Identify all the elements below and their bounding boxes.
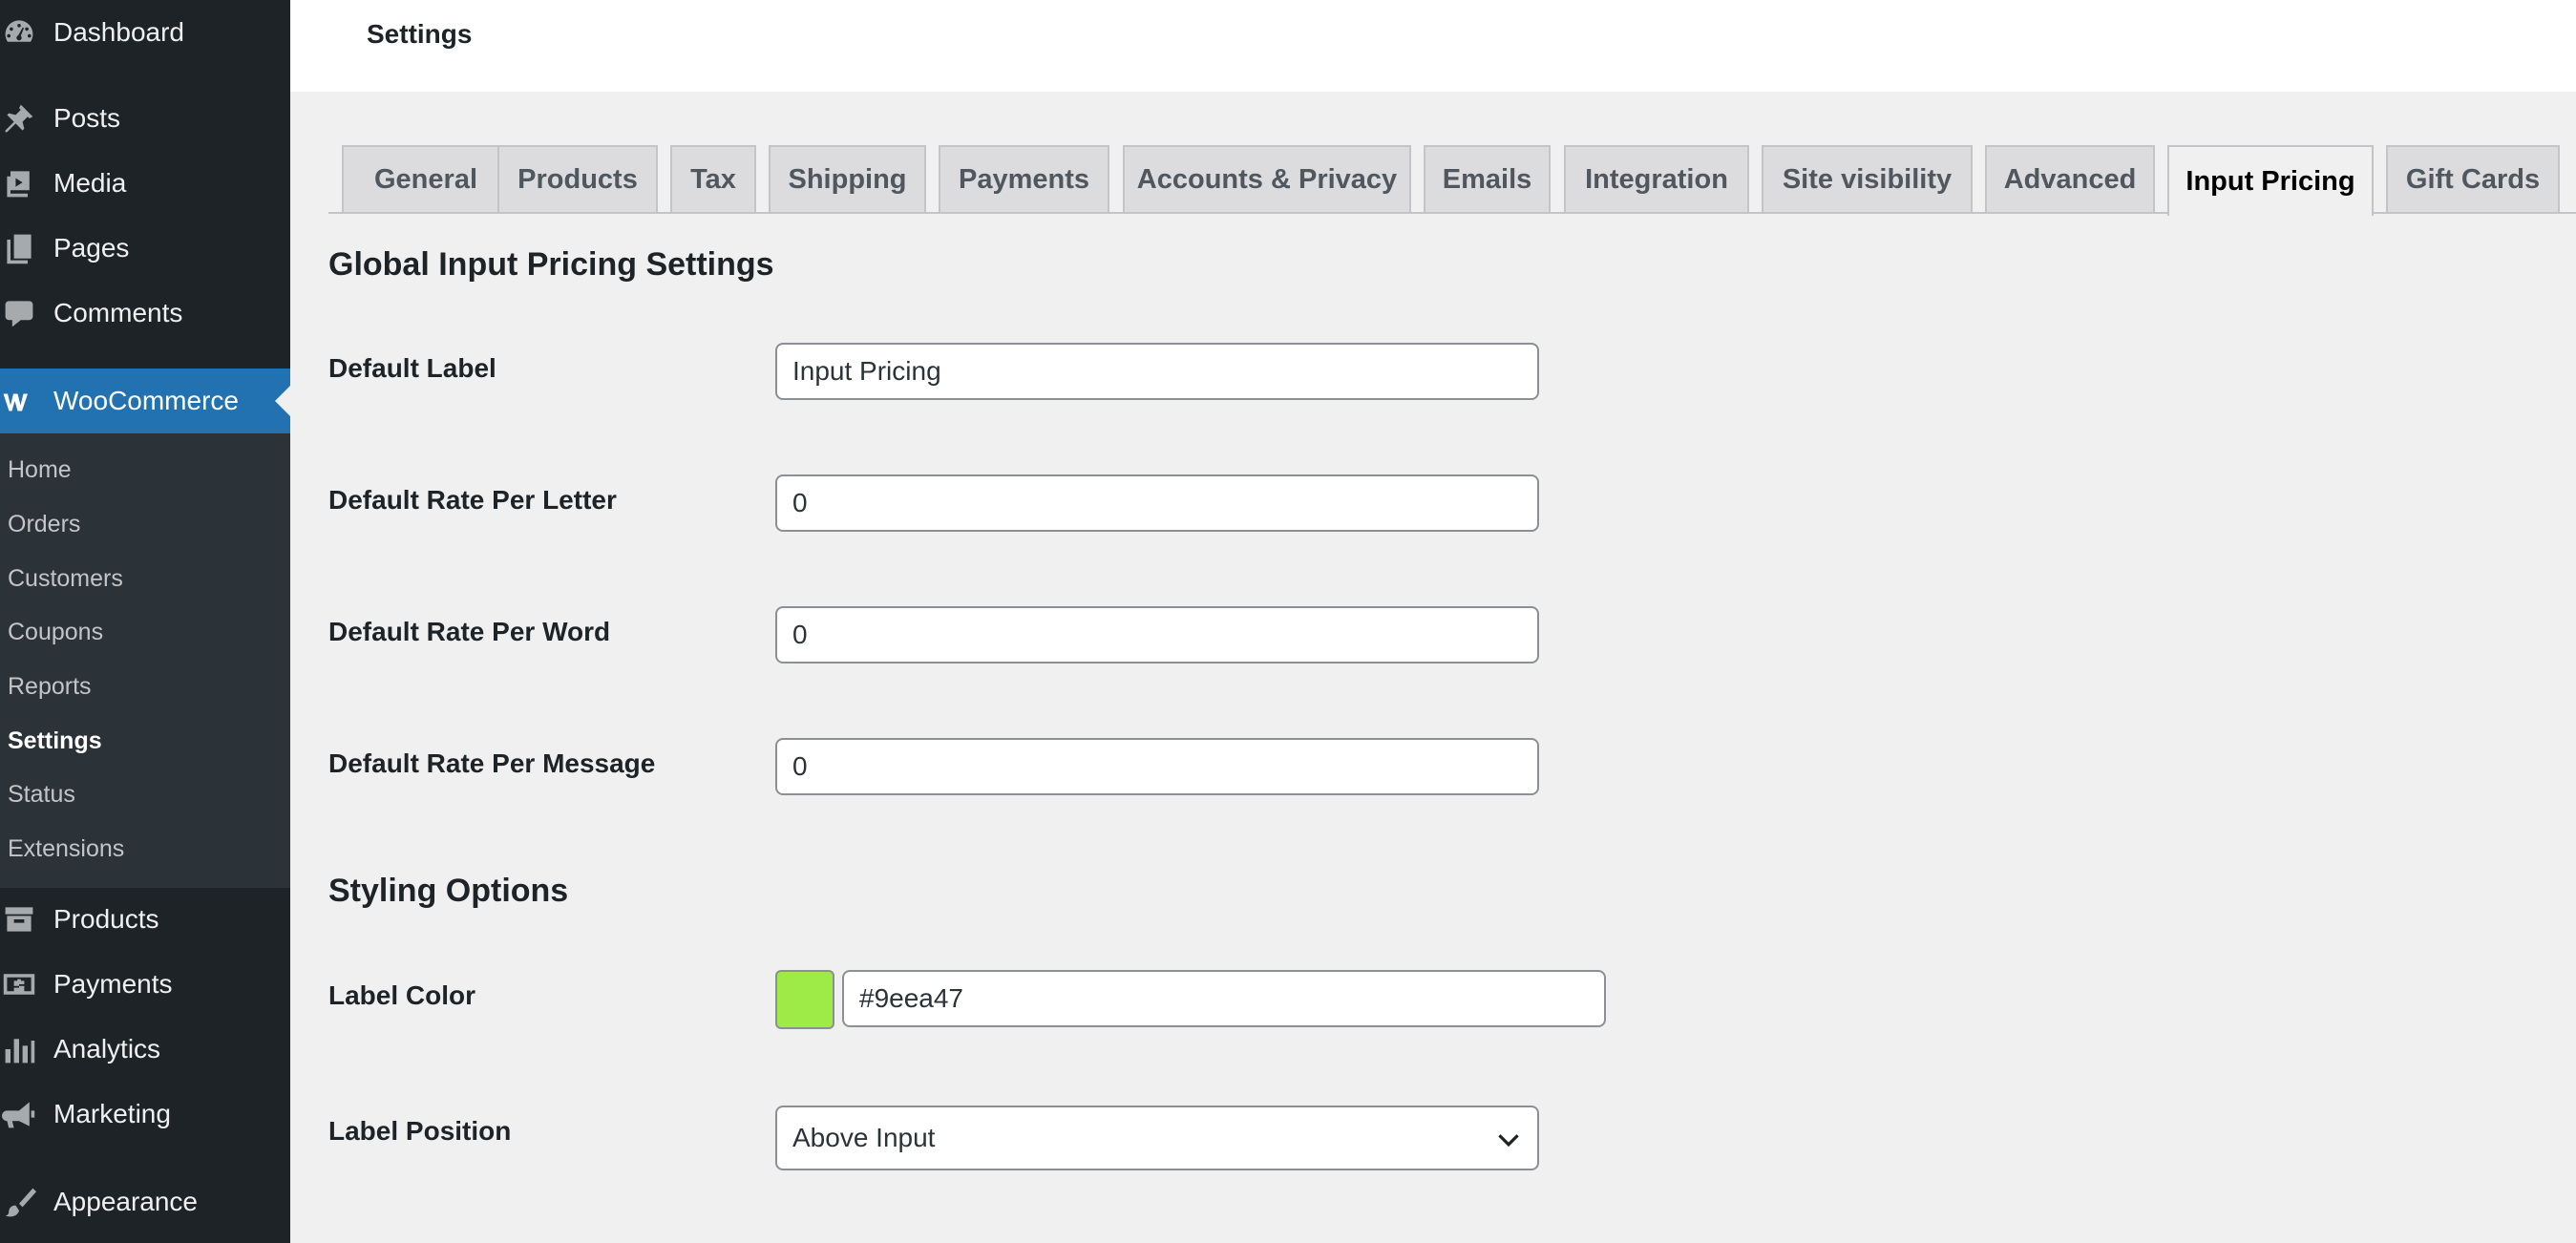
tab-input-pricing[interactable]: Input Pricing bbox=[2167, 145, 2374, 216]
woo-icon bbox=[0, 382, 38, 420]
default-label-label: Default Label bbox=[328, 353, 496, 383]
submenu-item-settings[interactable]: Settings bbox=[8, 727, 102, 755]
chart-bars-icon bbox=[0, 1030, 38, 1068]
page-title: Settings bbox=[367, 19, 473, 49]
tab-payments[interactable]: Payments bbox=[939, 145, 1109, 212]
megaphone-icon bbox=[0, 1095, 38, 1133]
menu-item-appearance[interactable]: Appearance bbox=[0, 1169, 290, 1234]
rate-per-letter-label: Default Rate Per Letter bbox=[328, 485, 617, 515]
tab-shipping[interactable]: Shipping bbox=[769, 145, 926, 212]
default-label-input[interactable] bbox=[775, 343, 1539, 400]
menu-label-pages: Pages bbox=[53, 233, 130, 263]
submenu-item-orders[interactable]: Orders bbox=[8, 511, 80, 538]
submenu-item-home[interactable]: Home bbox=[8, 456, 72, 484]
media-icon bbox=[0, 164, 38, 202]
chevron-down-icon bbox=[1493, 1125, 1524, 1155]
submenu-item-extensions[interactable]: Extensions bbox=[8, 835, 124, 863]
active-menu-arrow bbox=[275, 386, 290, 416]
label-color-swatch[interactable] bbox=[775, 970, 834, 1029]
settings-tabs: General Products Tax Shipping Payments A… bbox=[290, 143, 2576, 216]
menu-item-payments[interactable]: Payments bbox=[0, 952, 290, 1017]
menu-item-posts[interactable]: Posts bbox=[0, 86, 290, 151]
brush-icon bbox=[0, 1183, 38, 1221]
menu-label-marketing: Marketing bbox=[53, 1099, 171, 1128]
tab-general[interactable]: General bbox=[342, 145, 510, 212]
menu-item-media[interactable]: Media bbox=[0, 151, 290, 216]
menu-item-analytics[interactable]: Analytics bbox=[0, 1017, 290, 1082]
menu-label-payments: Payments bbox=[53, 969, 173, 999]
menu-item-products[interactable]: Products bbox=[0, 887, 290, 952]
submenu-item-status[interactable]: Status bbox=[8, 781, 75, 809]
menu-label-appearance: Appearance bbox=[53, 1187, 199, 1216]
rate-per-word-input[interactable] bbox=[775, 606, 1539, 664]
tab-tax[interactable]: Tax bbox=[670, 145, 756, 212]
rate-per-letter-input[interactable] bbox=[775, 474, 1539, 532]
admin-sidebar: Dashboard Posts Media Pages Comments Woo… bbox=[0, 0, 290, 1243]
tab-integration[interactable]: Integration bbox=[1564, 145, 1749, 212]
rate-per-message-input[interactable] bbox=[775, 738, 1539, 795]
menu-label-comments: Comments bbox=[53, 298, 183, 327]
menu-label-posts: Posts bbox=[53, 103, 121, 133]
payments-icon bbox=[0, 965, 38, 1003]
rate-per-word-label: Default Rate Per Word bbox=[328, 617, 611, 646]
woocommerce-submenu: Home Orders Customers Coupons Reports Se… bbox=[0, 433, 290, 888]
submenu-item-customers[interactable]: Customers bbox=[8, 565, 123, 593]
label-position-select[interactable]: Above Input bbox=[775, 1106, 1539, 1170]
archive-icon bbox=[0, 900, 38, 938]
tab-accounts-privacy[interactable]: Accounts & Privacy bbox=[1123, 145, 1411, 212]
menu-item-woocommerce[interactable]: WooCommerce bbox=[0, 369, 290, 433]
label-position-label: Label Position bbox=[328, 1116, 512, 1146]
tab-emails[interactable]: Emails bbox=[1424, 145, 1551, 212]
submenu-item-reports[interactable]: Reports bbox=[8, 673, 92, 701]
menu-item-comments[interactable]: Comments bbox=[0, 281, 290, 346]
label-position-value: Above Input bbox=[792, 1123, 936, 1152]
global-settings-heading: Global Input Pricing Settings bbox=[328, 246, 774, 283]
tab-site-visibility[interactable]: Site visibility bbox=[1762, 145, 1973, 212]
label-color-input[interactable] bbox=[842, 970, 1606, 1027]
menu-label-woocommerce: WooCommerce bbox=[53, 386, 239, 415]
submenu-item-coupons[interactable]: Coupons bbox=[8, 619, 103, 646]
menu-item-dashboard[interactable]: Dashboard bbox=[0, 0, 290, 65]
label-color-label: Label Color bbox=[328, 980, 476, 1010]
pin-icon bbox=[0, 99, 38, 137]
comment-icon bbox=[0, 294, 38, 332]
pages-icon bbox=[0, 229, 38, 267]
page-header: Settings bbox=[290, 0, 2576, 92]
menu-item-marketing[interactable]: Marketing bbox=[0, 1082, 290, 1147]
menu-label-media: Media bbox=[53, 168, 127, 198]
menu-label-dashboard: Dashboard bbox=[53, 17, 184, 47]
rate-per-message-label: Default Rate Per Message bbox=[328, 748, 656, 778]
tab-products[interactable]: Products bbox=[497, 145, 658, 212]
dashboard-icon bbox=[0, 13, 38, 52]
tab-advanced[interactable]: Advanced bbox=[1985, 145, 2155, 212]
menu-item-pages[interactable]: Pages bbox=[0, 216, 290, 281]
menu-label-products: Products bbox=[53, 904, 159, 934]
styling-options-heading: Styling Options bbox=[328, 873, 569, 909]
tab-gift-cards[interactable]: Gift Cards bbox=[2386, 145, 2560, 212]
menu-label-analytics: Analytics bbox=[53, 1034, 161, 1064]
